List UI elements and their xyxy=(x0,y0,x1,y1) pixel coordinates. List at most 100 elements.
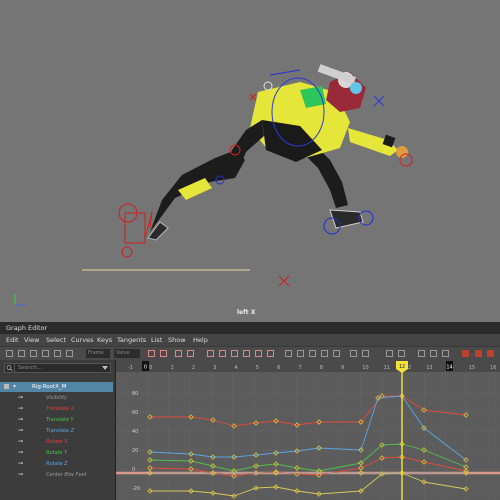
step-tangent-icon[interactable] xyxy=(267,350,274,357)
value-snap-icon[interactable] xyxy=(398,350,405,357)
value-tick-label: 20 xyxy=(132,448,138,454)
outliner-item-label: Translate Y xyxy=(46,417,74,423)
frame-field[interactable]: Frame xyxy=(86,349,110,358)
outliner-item-translate-x[interactable]: ⊸ Translate X xyxy=(0,404,113,414)
center-current-icon[interactable] xyxy=(187,350,194,357)
outliner-item-center-btw-feet[interactable]: ⊸ Center Btw Feet xyxy=(0,470,113,480)
clamped-tangent-icon[interactable] xyxy=(231,350,238,357)
frame-tick-label: 10 xyxy=(362,365,368,371)
buffer-curve-icon[interactable] xyxy=(350,350,357,357)
menu-select[interactable]: Select xyxy=(46,336,66,344)
menu-keys[interactable]: Keys xyxy=(97,336,112,344)
value-tick-label: 80 xyxy=(132,391,138,397)
search-icon xyxy=(5,364,15,372)
normalize-icon[interactable] xyxy=(418,350,425,357)
menu-tangents[interactable]: Tangents xyxy=(117,336,146,344)
range-end-label: 14 xyxy=(446,365,452,371)
auto-tangent-icon[interactable] xyxy=(207,350,214,357)
insert-key-tool-icon[interactable] xyxy=(18,350,25,357)
frame-tick-label: 16 xyxy=(490,365,496,371)
value-tick-label: -20 xyxy=(132,486,140,492)
search-input[interactable]: Search... xyxy=(18,365,42,371)
slide-tool-icon[interactable] xyxy=(66,350,73,357)
outliner-item-visibility[interactable]: ⊸ Visibility xyxy=(0,393,113,403)
time-snap-icon[interactable] xyxy=(386,350,393,357)
frame-tick-label: 5 xyxy=(256,365,259,371)
move-key-tool-icon[interactable] xyxy=(6,350,13,357)
key-icon: ⊸ xyxy=(18,471,24,478)
spline-tangent-icon[interactable] xyxy=(219,350,226,357)
outliner-item-root[interactable]: ▾ Rig:RootX_M xyxy=(0,382,113,392)
frame-selection-icon[interactable] xyxy=(160,350,167,357)
trax-editor-icon[interactable] xyxy=(475,350,482,357)
outliner-item-rotate-x[interactable]: ⊸ Rotate X xyxy=(0,437,113,447)
viewport-3d[interactable]: left X xyxy=(0,0,500,322)
key-icon: ⊸ xyxy=(18,394,24,401)
graph-editor-titlebar: Graph Editor xyxy=(0,322,500,334)
outliner-item-label: Rotate X xyxy=(46,439,68,445)
outliner-item-label: Visibility xyxy=(46,395,68,401)
curve-graph[interactable]: -1012345678910111213141516 806040200-20 … xyxy=(116,360,500,500)
animation-curve[interactable] xyxy=(150,395,467,427)
key-icon: ⊸ xyxy=(18,427,24,434)
dope-sheet-icon[interactable] xyxy=(462,350,469,357)
frame-tick-label: 9 xyxy=(341,365,344,371)
graph-editor-menubar: Edit View Select Curves Keys Tangents Li… xyxy=(0,334,500,346)
free-weight-icon[interactable] xyxy=(309,350,316,357)
linear-tangent-icon[interactable] xyxy=(243,350,250,357)
curve-graph-canvas[interactable]: -1012345678910111213141516 806040200-20 … xyxy=(116,360,500,500)
frame-playback-icon[interactable] xyxy=(175,350,182,357)
menu-edit[interactable]: Edit xyxy=(6,336,19,344)
outliner-item-rotate-z[interactable]: ⊸ Rotate Z xyxy=(0,459,113,469)
menu-list[interactable]: List xyxy=(151,336,162,344)
frame-tick-label: 0 xyxy=(149,365,152,371)
layout-icon[interactable] xyxy=(487,350,494,357)
character-rig-view xyxy=(14,64,413,306)
frame-tick-label: 1 xyxy=(171,365,174,371)
denormalize-icon[interactable] xyxy=(430,350,437,357)
value-field[interactable]: Value xyxy=(114,349,140,358)
animation-curve[interactable] xyxy=(150,472,467,497)
region-tool-icon[interactable] xyxy=(42,350,49,357)
animation-curve[interactable] xyxy=(149,395,467,461)
frame-tick-label: 4 xyxy=(235,365,238,371)
graph-editor-title: Graph Editor xyxy=(6,324,48,332)
retime-tool-icon[interactable] xyxy=(54,350,61,357)
menu-view[interactable]: View xyxy=(24,336,39,344)
value-ticks: 806040200-20 xyxy=(132,391,140,492)
outliner-item-label: Center Btw Feet xyxy=(46,472,87,478)
outliner-item-label: Rig:RootX_M xyxy=(32,384,67,390)
graph-editor-panel: Graph Editor Edit View Select Curves Key… xyxy=(0,322,500,500)
channel-outliner: Search... ▾ Rig:RootX_M ⊸ Visibility ⊸ T… xyxy=(0,360,116,500)
frame-tick-label: -1 xyxy=(128,365,133,371)
frame-tick-label: 6 xyxy=(277,365,280,371)
weighted-tangents-icon[interactable] xyxy=(333,350,340,357)
menu-curves[interactable]: Curves xyxy=(71,336,94,344)
outliner-search[interactable]: Search... xyxy=(4,363,111,373)
flat-tangent-icon[interactable] xyxy=(255,350,262,357)
unify-tangents-icon[interactable] xyxy=(297,350,304,357)
expand-icon[interactable]: ▾ xyxy=(13,383,16,390)
outliner-item-label: Rotate Z xyxy=(46,461,68,467)
frame-tick-label: 15 xyxy=(469,365,475,371)
swap-buffer-icon[interactable] xyxy=(362,350,369,357)
outliner-item-label: Translate Z xyxy=(46,428,75,434)
outliner-item-rotate-y[interactable]: ⊸ Rotate Y xyxy=(0,448,113,458)
outliner-item-translate-z[interactable]: ⊸ Translate Z xyxy=(0,426,113,436)
lattice-tool-icon[interactable] xyxy=(30,350,37,357)
menu-show[interactable]: Show xyxy=(168,336,186,344)
menu-help[interactable]: Help xyxy=(193,336,208,344)
animation-curve[interactable] xyxy=(149,443,467,472)
break-tangents-icon[interactable] xyxy=(285,350,292,357)
pre-infinity-icon[interactable] xyxy=(442,350,449,357)
key-icon: ⊸ xyxy=(18,449,24,456)
outliner-item-translate-y[interactable]: ⊸ Translate Y xyxy=(0,415,113,425)
grid xyxy=(116,372,500,500)
frame-all-icon[interactable] xyxy=(148,350,155,357)
animation-curves[interactable] xyxy=(116,393,500,499)
lock-weight-icon[interactable] xyxy=(321,350,328,357)
range-start-label: 0 xyxy=(144,365,147,371)
camera-label: left X xyxy=(237,309,256,316)
chevron-down-icon[interactable] xyxy=(102,366,108,370)
value-tick-label: 60 xyxy=(132,410,138,416)
